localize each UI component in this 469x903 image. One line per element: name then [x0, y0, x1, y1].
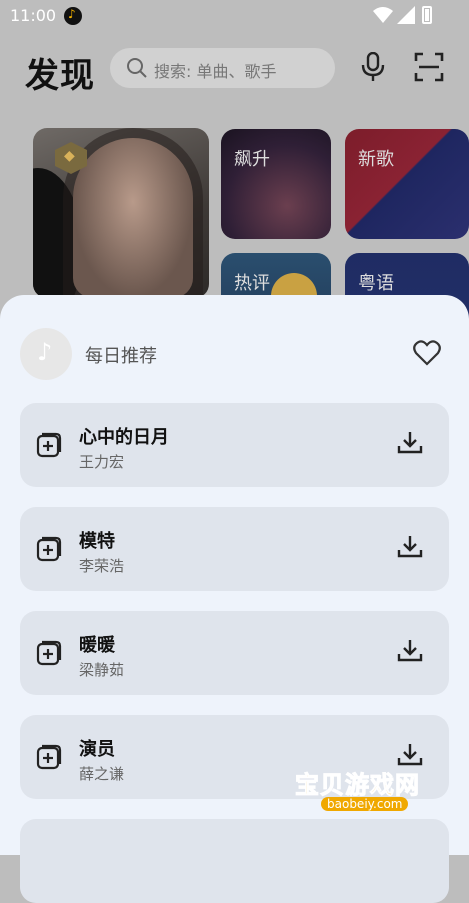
card-label: 热评: [234, 273, 270, 294]
watermark-url: baobeiy.com: [321, 797, 409, 811]
search-placeholder: 搜索: 单曲、歌手: [154, 62, 277, 81]
download-icon[interactable]: [397, 534, 423, 560]
scan-icon[interactable]: [414, 52, 444, 82]
song-row[interactable]: 暖暖 梁静茹: [20, 611, 449, 695]
add-to-playlist-icon[interactable]: [36, 536, 62, 562]
song-artist: 梁静茹: [79, 661, 125, 679]
add-to-playlist-icon[interactable]: [36, 744, 62, 770]
search-input[interactable]: 搜索: 单曲、歌手: [110, 48, 335, 88]
wifi-icon: [373, 7, 393, 23]
playlist-cards: 飙升 新歌 热评 粤语: [0, 128, 469, 363]
microphone-icon[interactable]: [360, 52, 386, 82]
battery-icon: [422, 6, 432, 24]
song-row-partial[interactable]: [20, 819, 449, 903]
featured-playlist-card[interactable]: [33, 128, 209, 298]
song-title: 演员: [79, 739, 115, 760]
song-artist: 李荣浩: [79, 557, 125, 575]
page-title: 发现: [25, 56, 95, 96]
status-bar: 11:00: [0, 0, 469, 32]
song-row[interactable]: 模特 李荣浩: [20, 507, 449, 591]
song-row[interactable]: 心中的日月 王力宏: [20, 403, 449, 487]
sheet-header: 每日推荐: [0, 295, 469, 395]
card-label: 飙升: [234, 149, 270, 170]
song-artist: 薛之谦: [79, 765, 125, 783]
site-watermark: 宝贝游戏网 baobeiy.com: [295, 745, 435, 825]
card-new-songs[interactable]: 新歌: [345, 129, 469, 239]
song-title: 暖暖: [79, 635, 115, 656]
search-icon: [127, 58, 147, 78]
signal-icon: [397, 6, 415, 24]
watermark-text: 宝贝游戏网: [295, 771, 420, 800]
heart-icon[interactable]: [413, 340, 441, 366]
card-label: 粤语: [358, 273, 394, 294]
add-to-playlist-icon[interactable]: [36, 640, 62, 666]
card-rising[interactable]: 飙升: [221, 129, 331, 239]
song-title: 模特: [79, 531, 115, 552]
status-time: 11:00: [10, 6, 57, 25]
add-to-playlist-icon[interactable]: [36, 432, 62, 458]
header: 发现 搜索: 单曲、歌手: [0, 32, 469, 112]
music-note-icon: [20, 328, 72, 380]
sheet-title: 每日推荐: [85, 346, 157, 367]
download-icon[interactable]: [397, 638, 423, 664]
download-icon[interactable]: [397, 430, 423, 456]
cover-photo: [73, 138, 193, 298]
song-title: 心中的日月: [79, 427, 169, 448]
card-label: 新歌: [358, 149, 394, 170]
song-artist: 王力宏: [79, 453, 125, 471]
music-notification-icon: [64, 7, 82, 25]
